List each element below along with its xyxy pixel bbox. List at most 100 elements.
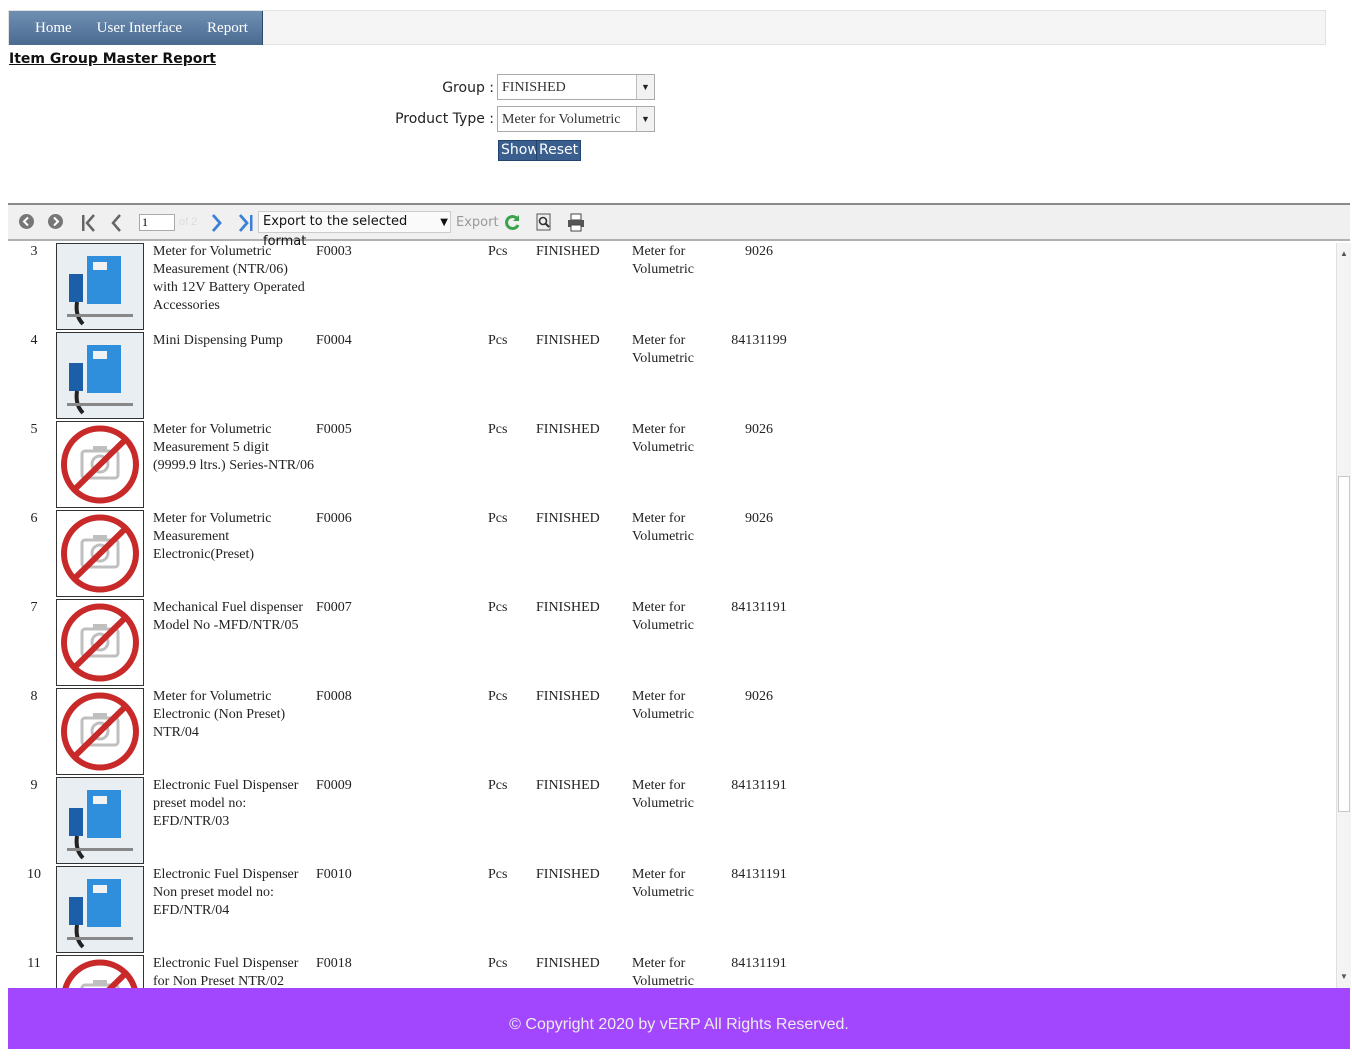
row-product-type: Meter for Volumetric <box>632 956 694 988</box>
back-icon[interactable] <box>18 213 35 233</box>
page-number-input[interactable]: 1 <box>139 214 175 231</box>
row-unit: Pcs <box>488 511 508 526</box>
row-group: FINISHED <box>536 956 600 971</box>
row-group: FINISHED <box>536 689 600 704</box>
no-image-icon <box>56 955 144 988</box>
reset-button[interactable]: Reset <box>536 140 582 161</box>
row-product-type: Meter for Volumetric <box>632 422 694 455</box>
row-group: FINISHED <box>536 600 600 615</box>
row-item-code: F0007 <box>316 600 352 615</box>
scrollbar-thumb[interactable] <box>1338 476 1350 812</box>
row-unit: Pcs <box>488 244 508 259</box>
last-page-icon[interactable] <box>237 213 255 236</box>
row-group: FINISHED <box>536 422 600 437</box>
menu-item-home[interactable]: Home <box>35 20 72 37</box>
find-icon[interactable] <box>535 213 553 235</box>
table-row: 11 Electronic Fuel Dispenser for Non Pres… <box>8 955 1336 988</box>
row-item-name: Electronic Fuel Dispenser Non preset mod… <box>153 867 299 918</box>
row-serial-number: 11 <box>27 956 41 971</box>
row-unit: Pcs <box>488 956 508 971</box>
row-group: FINISHED <box>536 511 600 526</box>
page-title: Item Group Master Report <box>9 51 216 67</box>
row-unit: Pcs <box>488 867 508 882</box>
first-page-icon[interactable] <box>80 213 98 236</box>
row-item-code: F0005 <box>316 422 352 437</box>
row-item-name: Meter for Volumetric Measurement 5 digit… <box>153 422 314 473</box>
row-serial-number: 6 <box>30 511 38 526</box>
row-hsn-code: 84131199 <box>731 333 787 348</box>
product-type-select[interactable]: Meter for Volumetric ▼ <box>497 106 655 132</box>
table-row: 4 Mini Dispensing Pump F0004 Pcs FINISHED Met… <box>8 332 1336 421</box>
table-row: 8 Meter for Volumetric Electronic (Non Pr… <box>8 688 1336 777</box>
row-item-name: Meter for Volumetric Measurement Electro… <box>153 511 272 562</box>
page-count: of 2 <box>179 216 198 228</box>
row-product-type: Meter for Volumetric <box>632 778 694 811</box>
table-row: 9 Electronic Fuel Dispenser preset model … <box>8 777 1336 866</box>
row-item-code: F0009 <box>316 778 352 793</box>
scroll-up-icon[interactable]: ▲ <box>1340 249 1348 258</box>
row-unit: Pcs <box>488 689 508 704</box>
main-menu: Home User Interface Report <box>9 11 263 45</box>
row-serial-number: 10 <box>27 867 41 882</box>
row-serial-number: 9 <box>30 778 38 793</box>
row-unit: Pcs <box>488 778 508 793</box>
table-row: 6 Meter for Volumetric Measurement Electr… <box>8 510 1336 599</box>
row-hsn-code: 9026 <box>745 689 773 704</box>
row-product-type: Meter for Volumetric <box>632 689 694 722</box>
vertical-scrollbar[interactable]: ▲ ▼ <box>1336 243 1351 988</box>
row-item-name: Electronic Fuel Dispenser preset model n… <box>153 778 299 829</box>
row-item-name: Mini Dispensing Pump <box>153 333 283 348</box>
no-image-icon <box>56 421 144 508</box>
group-select[interactable]: FINISHED ▼ <box>497 74 655 100</box>
table-row: 3 Meter for Volumetric Measurement (NTR/0… <box>8 243 1336 332</box>
row-group: FINISHED <box>536 778 600 793</box>
row-group: FINISHED <box>536 867 600 882</box>
scroll-down-icon[interactable]: ▼ <box>1340 972 1348 981</box>
product-image <box>56 777 144 864</box>
top-nav-bar: Home User Interface Report <box>8 10 1326 45</box>
table-row: 5 Meter for Volumetric Measurement 5 digi… <box>8 421 1336 510</box>
row-unit: Pcs <box>488 600 508 615</box>
row-product-type: Meter for Volumetric <box>632 333 694 366</box>
group-select-value: FINISHED <box>502 80 566 95</box>
menu-item-user-interface[interactable]: User Interface <box>97 20 182 37</box>
row-item-code: F0006 <box>316 511 352 526</box>
row-hsn-code: 84131191 <box>731 778 787 793</box>
row-item-code: F0008 <box>316 689 352 704</box>
row-product-type: Meter for Volumetric <box>632 600 694 633</box>
export-link[interactable]: Export <box>456 215 499 230</box>
row-serial-number: 8 <box>30 689 38 704</box>
table-row: 10 Electronic Fuel Dispenser Non preset m… <box>8 866 1336 955</box>
export-format-select[interactable]: Export to the selected format ▼ <box>258 211 451 249</box>
row-serial-number: 4 <box>30 333 38 348</box>
row-hsn-code: 84131191 <box>731 867 787 882</box>
next-page-icon[interactable] <box>210 213 224 236</box>
row-group: FINISHED <box>536 244 600 259</box>
forward-icon[interactable] <box>47 213 64 233</box>
row-item-code: F0018 <box>316 956 352 971</box>
row-item-name: Mechanical Fuel dispenser Model No -MFD/… <box>153 600 304 633</box>
row-serial-number: 5 <box>30 422 38 437</box>
report-grid: 3 Meter for Volumetric Measurement (NTR/0… <box>8 243 1336 988</box>
row-serial-number: 7 <box>30 600 38 615</box>
row-hsn-code: 84131191 <box>731 600 787 615</box>
row-hsn-code: 9026 <box>745 422 773 437</box>
row-group: FINISHED <box>536 333 600 348</box>
product-type-select-value: Meter for Volumetric <box>502 112 621 127</box>
row-product-type: Meter for Volumetric <box>632 511 694 544</box>
previous-page-icon[interactable] <box>109 213 123 236</box>
row-product-type: Meter for Volumetric <box>632 244 694 277</box>
refresh-icon[interactable] <box>503 213 522 235</box>
product-image <box>56 243 144 330</box>
dropdown-arrow-icon: ▼ <box>440 217 448 228</box>
row-product-type: Meter for Volumetric <box>632 867 694 900</box>
dropdown-arrow-icon: ▼ <box>636 107 654 131</box>
row-serial-number: 3 <box>30 244 38 259</box>
footer: © Copyright 2020 by vERP All Rights Rese… <box>8 988 1350 1049</box>
row-hsn-code: 9026 <box>745 244 773 259</box>
row-unit: Pcs <box>488 422 508 437</box>
print-icon[interactable] <box>567 213 585 235</box>
menu-item-report[interactable]: Report <box>207 20 248 37</box>
copyright-text: © Copyright 2020 by vERP All Rights Rese… <box>509 1016 849 1033</box>
row-unit: Pcs <box>488 333 508 348</box>
